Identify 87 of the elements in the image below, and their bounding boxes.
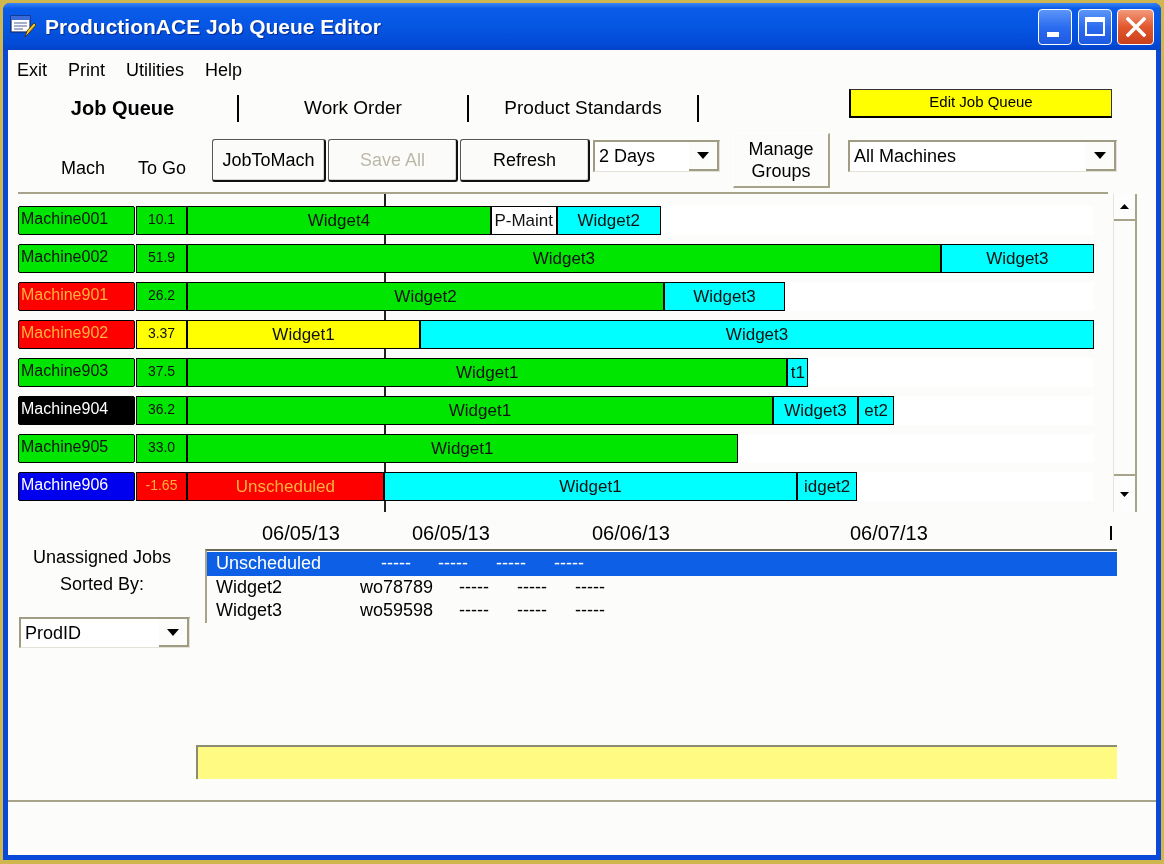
date-label: 06/05/13 (262, 521, 341, 545)
tab[interactable]: Product Standards (469, 90, 697, 126)
column-label: Mach (61, 158, 106, 178)
menu-item[interactable]: Print (68, 58, 106, 82)
to-go-cell: -1.65 (136, 472, 187, 501)
date-label: 06/06/13 (592, 521, 671, 545)
manage-groups-button[interactable]: Manage Groups (733, 133, 830, 188)
toolbar-button[interactable]: Refresh (460, 139, 590, 182)
job-bar[interactable]: Widget1 (187, 434, 738, 463)
caret-down-icon (167, 628, 179, 636)
caret-down-icon (1094, 152, 1106, 159)
list-cell-text: ----- (459, 599, 490, 622)
list-row[interactable]: Widget3 wo59598 ----- ----- ----- (207, 599, 1117, 622)
down-triangle-icon (1120, 491, 1129, 497)
machine-name-cell: Machine905 (18, 434, 135, 463)
minimize-icon (1047, 32, 1059, 37)
tab[interactable]: Work Order (239, 90, 467, 126)
list-cell-text: ----- (554, 552, 584, 575)
job-bar[interactable]: Widget3 (187, 244, 941, 273)
window-title: ProductionACE Job Queue Editor (45, 13, 381, 40)
menu-item[interactable]: Exit (17, 58, 47, 82)
job-bar[interactable]: Widget3 (940, 244, 1094, 273)
job-bar[interactable]: Widget2 (187, 282, 665, 311)
to-go-cell: 36.2 (136, 396, 187, 425)
to-go-cell: 51.9 (136, 244, 187, 273)
machine-name-cell: Machine001 (18, 206, 135, 235)
machine-name-cell: Machine904 (18, 396, 135, 425)
machine-name-cell: Machine903 (18, 358, 135, 387)
close-button[interactable] (1117, 8, 1154, 45)
machine-filter-select[interactable]: All Machines (848, 140, 1117, 172)
list-cell-text: ----- (438, 552, 469, 575)
job-bar[interactable]: Widget1 (187, 396, 773, 425)
job-bar[interactable]: P-Maint (490, 206, 557, 235)
to-go-cell: 37.5 (136, 358, 187, 387)
machine-name-cell: Machine002 (18, 244, 135, 273)
maximize-icon (1085, 17, 1105, 36)
caret-down-icon (697, 152, 709, 159)
job-bar[interactable]: Widget2 (556, 206, 661, 235)
mode-banner: Edit Job Queue (849, 89, 1112, 118)
list-cell-text: Widget2 (216, 576, 284, 599)
job-bar[interactable]: t1 (787, 358, 809, 387)
job-bar[interactable]: et2 (858, 396, 895, 425)
job-bar[interactable]: Widget3 (772, 396, 858, 425)
job-bar[interactable]: Widget4 (187, 206, 491, 235)
machine-name-cell: Machine906 (18, 472, 135, 501)
list-cell-text: ----- (459, 576, 490, 599)
unassigned-jobs-label: Unassigned Jobs (32, 546, 172, 568)
list-cell-text: wo59598 (360, 599, 435, 622)
date-label: 06/05/13 (412, 521, 491, 545)
sorted-by-label: Sorted By: (59, 573, 144, 595)
to-go-cell: 33.0 (136, 434, 187, 463)
list-cell: ----- (575, 599, 605, 622)
close-icon (1125, 16, 1146, 37)
to-go-cell: 3.37 (136, 320, 187, 349)
menu-item[interactable]: Utilities (126, 58, 185, 82)
job-bar[interactable]: Widget1 (383, 472, 798, 501)
minimize-button[interactable] (1038, 8, 1072, 45)
column-label: To Go (138, 158, 188, 178)
list-cell-text: Unscheduled (216, 552, 323, 575)
machine-name-cell: Machine902 (18, 320, 135, 349)
toolbar-button[interactable]: JobToMach (212, 139, 326, 182)
job-bar[interactable]: Widget1 (187, 320, 421, 349)
to-go-cell: 26.2 (136, 282, 187, 311)
list-cell-text: ----- (496, 552, 527, 575)
date-label: 06/07/13 (850, 521, 929, 545)
machine-name-cell: Machine901 (18, 282, 135, 311)
job-bar[interactable]: Widget1 (187, 358, 788, 387)
job-bar[interactable]: idget2 (797, 472, 858, 501)
sort-select[interactable]: ProdID (19, 617, 190, 648)
menu-item[interactable]: Help (205, 58, 243, 82)
list-row[interactable]: Widget2 wo78789 ----- ----- ----- (207, 576, 1117, 599)
to-go-cell: 10.1 (136, 206, 187, 235)
list-cell: ----- (575, 576, 605, 599)
axis-tick-mark (1110, 526, 1112, 540)
list-cell-text: ----- (517, 576, 548, 599)
list-cell-text: Widget3 (216, 599, 284, 622)
app-icon (10, 14, 36, 39)
maximize-button[interactable] (1078, 8, 1112, 45)
list-cell-text: ----- (381, 552, 412, 575)
job-bar[interactable]: Widget3 (664, 282, 785, 311)
up-triangle-icon (1120, 204, 1129, 209)
list-cell-text: ----- (517, 599, 548, 622)
list-row[interactable]: Unscheduled ----- ----- ----- ----- (207, 552, 1117, 576)
job-bar[interactable]: Widget3 (420, 320, 1094, 349)
period-select[interactable]: 2 Days (593, 140, 720, 172)
list-cell-text: wo78789 (360, 576, 435, 599)
tab[interactable]: Job Queue (8, 90, 237, 126)
